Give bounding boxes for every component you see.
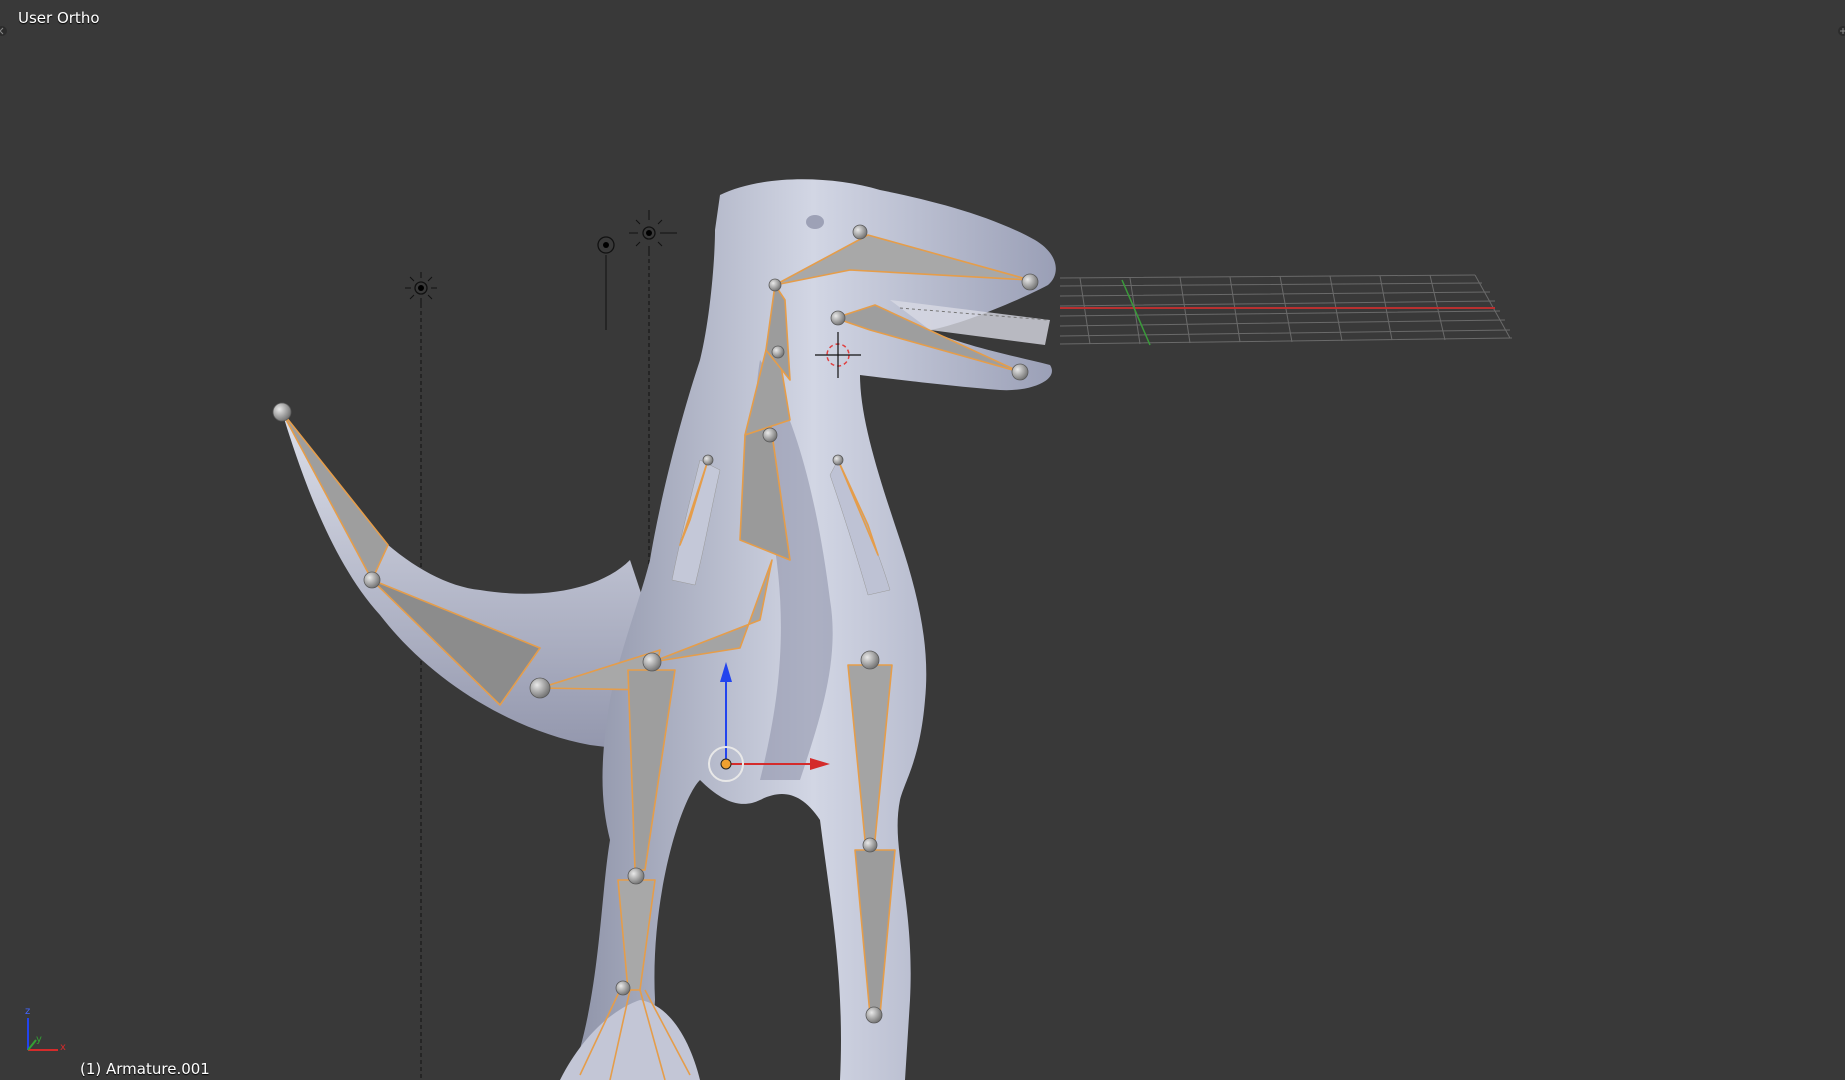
joint	[1021, 273, 1039, 291]
lamp-icon[interactable]	[597, 236, 615, 330]
view-axis-gizmo	[27, 1018, 58, 1051]
area-split-corner-icon[interactable]	[1837, 25, 1845, 37]
joint	[363, 571, 381, 589]
joint	[830, 310, 846, 326]
view-name-label: User Ortho	[18, 9, 100, 27]
joint	[702, 454, 714, 466]
joint	[627, 867, 645, 885]
mini-axis-y-label: y	[36, 1034, 42, 1045]
joint	[832, 454, 844, 466]
lamp-icon[interactable]	[405, 272, 437, 1080]
joint	[615, 980, 631, 996]
joint	[529, 677, 551, 699]
active-object-label: (1) Armature.001	[80, 1060, 210, 1078]
joint	[762, 427, 778, 443]
scene-canvas[interactable]	[0, 0, 1845, 1080]
3d-viewport[interactable]: z y x User Ortho (1) Armature.001	[0, 0, 1845, 1080]
joint	[862, 837, 878, 853]
joint	[272, 402, 292, 422]
mini-axis-z-label: z	[25, 1006, 31, 1017]
bone-tail-1	[281, 411, 389, 581]
joint	[860, 650, 880, 670]
joint	[852, 224, 868, 240]
joint	[768, 278, 782, 292]
ground-grid	[1059, 274, 1513, 345]
joint	[642, 652, 662, 672]
joint	[865, 1006, 883, 1024]
dinosaur-mesh[interactable]	[282, 179, 1056, 1080]
mini-axis-x-label: x	[60, 1042, 66, 1053]
area-split-corner-icon[interactable]	[0, 25, 8, 37]
joint	[1011, 363, 1029, 381]
joint	[771, 345, 785, 359]
